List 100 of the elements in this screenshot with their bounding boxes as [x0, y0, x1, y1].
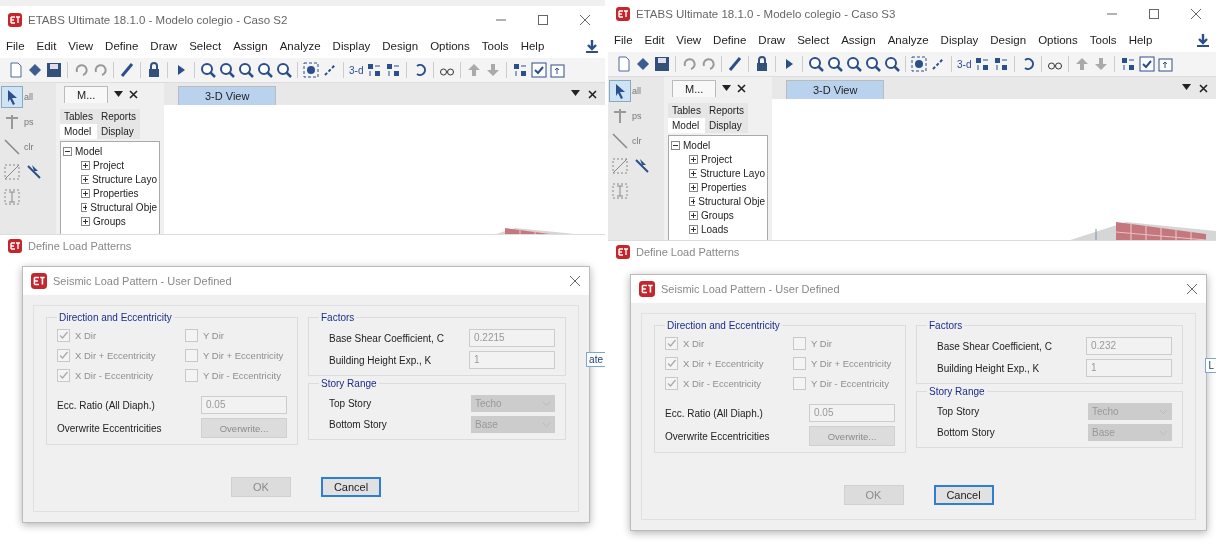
select-tool[interactable]: all — [632, 81, 652, 101]
check-icon[interactable] — [1139, 56, 1156, 72]
menu-item[interactable]: View — [68, 40, 94, 52]
maximize-icon[interactable] — [537, 14, 549, 26]
3d-view-button[interactable]: 3-d — [957, 58, 972, 70]
tree-item[interactable]: Loads — [701, 223, 729, 235]
select-tool[interactable]: clr — [632, 131, 652, 151]
grid-icon[interactable] — [993, 56, 1010, 72]
download-icon[interactable] — [1196, 33, 1210, 47]
menu-item[interactable]: Tools — [481, 40, 509, 52]
checkbox[interactable] — [665, 337, 678, 350]
close-icon[interactable] — [588, 89, 597, 99]
save-icon[interactable] — [46, 62, 62, 78]
menu-item[interactable]: Design — [990, 34, 1027, 46]
tree-item[interactable]: Properties — [701, 181, 747, 193]
pen-icon[interactable] — [727, 56, 743, 72]
tree-item[interactable]: Model — [683, 139, 711, 151]
doc-icon[interactable] — [8, 62, 24, 78]
zoom-icon[interactable] — [219, 62, 235, 78]
zoom-icon[interactable] — [238, 62, 254, 78]
rectangle-icon[interactable] — [610, 156, 630, 176]
collapse-icon[interactable] — [63, 146, 72, 156]
checkbox[interactable] — [665, 377, 678, 390]
close-icon[interactable] — [1199, 83, 1208, 93]
checkbox[interactable] — [665, 357, 678, 370]
expand-icon[interactable] — [81, 188, 90, 198]
select-tool[interactable]: clr — [24, 137, 44, 157]
box-icon[interactable] — [1158, 56, 1175, 72]
explorer-tab[interactable]: Model — [60, 124, 97, 139]
checkbox[interactable] — [185, 349, 198, 362]
menu-item[interactable]: Options — [430, 40, 470, 52]
checkbox[interactable] — [793, 337, 806, 350]
grid-icon[interactable] — [974, 56, 991, 72]
expand-icon[interactable] — [689, 224, 698, 234]
menu-item[interactable]: Design — [382, 40, 419, 52]
expand-icon[interactable] — [689, 210, 698, 220]
collapse-icon[interactable] — [671, 140, 680, 150]
line-icon[interactable] — [2, 137, 22, 157]
explorer-tab[interactable]: Model — [668, 118, 705, 133]
tree-item[interactable]: Project — [93, 159, 125, 171]
menu-item[interactable]: Tools — [1089, 34, 1117, 46]
redo-icon[interactable] — [700, 56, 716, 72]
grid-icon[interactable] — [512, 62, 529, 78]
model-explorer-tab[interactable]: M... — [64, 85, 109, 103]
explorer-tab[interactable]: Tables — [668, 103, 705, 118]
explorer-tab[interactable]: Display — [96, 124, 140, 139]
menu-item[interactable]: Edit — [644, 34, 665, 46]
pointer-icon[interactable] — [610, 81, 630, 101]
tree-item[interactable]: Groups — [701, 209, 734, 221]
select-tool[interactable]: all — [24, 87, 44, 107]
tree-item[interactable]: Structural Obje — [698, 195, 765, 207]
zoom-icon[interactable] — [865, 56, 881, 72]
checkbox[interactable] — [793, 377, 806, 390]
checkbox[interactable] — [57, 369, 70, 382]
doc-icon[interactable] — [616, 56, 632, 72]
select-tool[interactable]: ps — [632, 106, 652, 126]
3d-view-button[interactable]: 3-d — [349, 64, 364, 76]
close-icon[interactable] — [737, 83, 747, 93]
select-tool[interactable]: ps — [24, 112, 44, 132]
redo-icon[interactable] — [92, 62, 108, 78]
menu-item[interactable]: Help — [520, 40, 545, 52]
rectangle-icon[interactable] — [2, 162, 22, 182]
save-icon[interactable] — [654, 56, 670, 72]
menu-item[interactable]: Analyze — [887, 34, 929, 46]
menu-item[interactable]: Display — [332, 40, 371, 52]
checkbox[interactable] — [57, 329, 70, 342]
expand-icon[interactable] — [81, 160, 90, 170]
dropdown-icon[interactable] — [722, 85, 732, 91]
pen-icon[interactable] — [119, 62, 135, 78]
view-tab[interactable]: 3-D View — [786, 80, 885, 99]
dialog-button[interactable]: Cancel — [933, 485, 994, 505]
expand-icon[interactable] — [689, 168, 697, 178]
tree-item[interactable]: Structure Layo — [91, 173, 157, 185]
explorer-tab[interactable]: Reports — [96, 109, 140, 124]
maximize-icon[interactable] — [1148, 8, 1160, 20]
explorer-tab[interactable]: Display — [704, 118, 748, 133]
lock-icon[interactable] — [146, 62, 162, 78]
zoom-icon[interactable] — [846, 56, 862, 72]
zoom-icon[interactable] — [808, 56, 824, 72]
lock-icon[interactable] — [754, 56, 770, 72]
view-tab[interactable]: 3-D View — [178, 86, 277, 105]
dropdown-icon[interactable] — [571, 89, 580, 96]
zoom-icon[interactable] — [884, 56, 900, 72]
expand-icon[interactable] — [81, 216, 90, 226]
zoom-icon[interactable] — [257, 62, 273, 78]
checkbox[interactable] — [57, 349, 70, 362]
menu-item[interactable]: Define — [105, 40, 139, 52]
tree-item[interactable]: Project — [701, 153, 733, 165]
menu-item[interactable]: Analyze — [279, 40, 321, 52]
dropdown-icon[interactable] — [1182, 83, 1191, 90]
menu-item[interactable]: File — [6, 40, 25, 52]
tree-item[interactable]: Properties — [93, 187, 139, 199]
menu-item[interactable]: Define — [713, 34, 747, 46]
expand-icon[interactable] — [81, 202, 88, 212]
undo-icon[interactable] — [681, 56, 697, 72]
menu-item[interactable]: Assign — [233, 40, 268, 52]
menu-item[interactable]: Select — [189, 40, 222, 52]
expand-icon[interactable] — [689, 196, 696, 206]
button-fragment[interactable]: L — [1205, 358, 1216, 373]
explorer-tab[interactable]: Reports — [704, 103, 748, 118]
